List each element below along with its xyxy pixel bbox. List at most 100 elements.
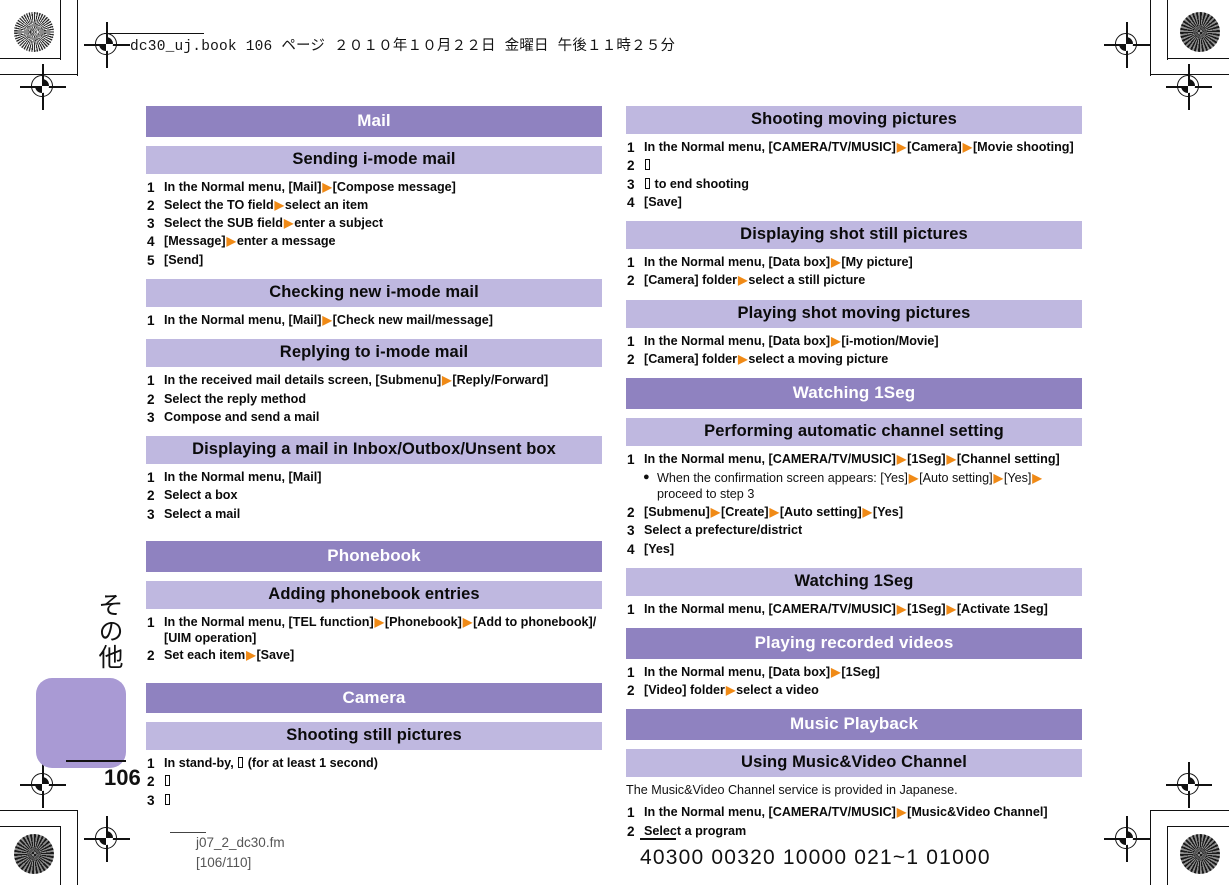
registration-starburst-bottom-right bbox=[1180, 834, 1220, 874]
section-header: Music Playback bbox=[626, 709, 1082, 740]
registration-starburst-top-left bbox=[14, 12, 54, 52]
step-arrow-icon: ▶ bbox=[896, 601, 907, 616]
trim-line-bottom-left-h bbox=[0, 826, 61, 828]
step-text: In the Normal menu, [CAMERA/TV/MUSIC]▶[C… bbox=[644, 139, 1074, 154]
step-text: Select a box bbox=[164, 488, 238, 503]
registration-crosshair-top-left-outer bbox=[84, 22, 130, 68]
step-text: In the received mail details screen, [Su… bbox=[164, 373, 549, 388]
step-number: 3 bbox=[147, 409, 155, 425]
step-number: 2 bbox=[147, 488, 155, 504]
step-item: 3 Select the SUB field▶enter a subject bbox=[146, 215, 602, 233]
step-arrow-icon: ▶ bbox=[322, 312, 332, 327]
step-item: 1 In the Normal menu, [Mail]▶[Compose mes… bbox=[146, 179, 602, 197]
step-item: 2 Select the reply method bbox=[146, 391, 602, 409]
trim-line-top-left-v2 bbox=[77, 0, 79, 76]
step-item: 3 Select a prefecture/district bbox=[626, 522, 1082, 540]
trim-line-top-left-v bbox=[60, 0, 62, 60]
step-text: In the Normal menu, [CAMERA/TV/MUSIC]▶[M… bbox=[644, 805, 1048, 820]
subsection-header: Replying to i-mode mail bbox=[146, 339, 602, 368]
step-text: Compose and send a mail bbox=[164, 409, 320, 424]
step-text: [Camera] folder▶select a moving picture bbox=[644, 351, 889, 366]
step-arrow-icon: ▶ bbox=[442, 373, 452, 388]
step-arrow-icon: ▶ bbox=[710, 505, 720, 520]
step-list: 1 In the Normal menu, [Data box]▶[i-motio… bbox=[626, 328, 1082, 369]
right-column: Shooting moving pictures 1 In the Normal m… bbox=[626, 106, 1082, 841]
footer-code-rule bbox=[640, 838, 676, 840]
step-arrow-icon: ▶ bbox=[738, 273, 748, 288]
step-text bbox=[164, 773, 602, 789]
step-item: 4 [Message]▶enter a message bbox=[146, 233, 602, 251]
step-number: 2 bbox=[147, 648, 155, 664]
trim-line-top-right-h2 bbox=[1150, 74, 1229, 76]
bullet-dot-icon: ● bbox=[643, 470, 650, 483]
trim-line-top-left-h2 bbox=[0, 74, 78, 76]
step-item: 1 In the Normal menu, [CAMERA/TV/MUSIC]▶[… bbox=[626, 451, 1082, 469]
step-list: 1 In the Normal menu, [Mail] 2 Select a box… bbox=[146, 464, 602, 523]
step-text: [Save] bbox=[644, 194, 682, 209]
step-item: 1 In the Normal menu, [CAMERA/TV/MUSIC]▶[… bbox=[626, 601, 1082, 619]
step-number: 3 bbox=[147, 792, 155, 808]
step-arrow-icon: ▶ bbox=[831, 333, 841, 348]
step-item: 2 Select a box bbox=[146, 487, 602, 505]
step-text: [Message]▶enter a message bbox=[164, 234, 336, 249]
step-arrow-icon: ▶ bbox=[831, 255, 841, 270]
step-item: 4 [Yes] bbox=[626, 541, 1082, 559]
trim-line-bottom-right-v bbox=[1167, 826, 1169, 885]
step-item: 1 In the Normal menu, [CAMERA/TV/MUSIC]▶[… bbox=[626, 804, 1082, 822]
step-number: 1 bbox=[147, 312, 155, 328]
step-number: 2 bbox=[627, 158, 635, 174]
registration-crosshair-bottom-right-outer bbox=[1166, 762, 1212, 808]
step-item: 5 [Send] bbox=[146, 252, 602, 270]
step-text: In the Normal menu, [Mail]▶[Compose mess… bbox=[164, 179, 456, 194]
step-number: 1 bbox=[627, 601, 635, 617]
step-number: 3 bbox=[147, 506, 155, 522]
print-page: dc30_uj.book 106 ページ ２０１０年１０月２２日 金曜日 午後１… bbox=[0, 0, 1229, 885]
step-arrow-icon: ▶ bbox=[946, 601, 956, 616]
step-item: 1 In the Normal menu, [Data box]▶[My pict… bbox=[626, 254, 1082, 272]
step-text: Select the TO field▶select an item bbox=[164, 197, 369, 212]
step-arrow-icon: ▶ bbox=[769, 505, 779, 520]
step-number: 1 bbox=[627, 139, 635, 155]
step-number: 3 bbox=[627, 176, 635, 192]
section-header: Camera bbox=[146, 682, 602, 714]
step-item: 2 [Camera] folder▶select a still picture bbox=[626, 272, 1082, 290]
step-list: 1 In the Normal menu, [CAMERA/TV/MUSIC]▶[… bbox=[626, 134, 1082, 212]
step-item: 1 In stand-by, (for at least 1 second) bbox=[146, 755, 602, 773]
trim-line-bottom-left-h2 bbox=[0, 810, 78, 812]
step-text: In the Normal menu, [Mail] bbox=[164, 470, 322, 485]
step-list: 1 In the received mail details screen, [S… bbox=[146, 367, 602, 426]
step-number: 5 bbox=[147, 252, 155, 268]
step-item: 3 Select a mail bbox=[146, 506, 602, 524]
step-list: 1 In the Normal menu, [Data box]▶[My pict… bbox=[626, 249, 1082, 290]
step-item: 3 bbox=[146, 792, 602, 810]
step-number: 3 bbox=[147, 216, 155, 232]
step-arrow-icon: ▶ bbox=[725, 683, 736, 698]
step-arrow-icon: ▶ bbox=[862, 505, 872, 520]
section-header: Watching 1Seg bbox=[626, 378, 1082, 409]
margin-tab-block bbox=[36, 678, 126, 768]
step-number: 1 bbox=[627, 451, 635, 467]
step-number: 2 bbox=[627, 273, 635, 289]
trim-line-top-left-h bbox=[0, 58, 60, 60]
step-arrow-icon: ▶ bbox=[274, 197, 284, 212]
footer-file-info: j07_2_dc30.fm [106/110] bbox=[196, 833, 285, 872]
footer-print-code: 40300 00320 10000 021~1 01000 bbox=[640, 846, 991, 869]
trim-line-bottom-right-h2 bbox=[1150, 810, 1229, 812]
step-number: 3 bbox=[627, 523, 635, 539]
missing-glyph-icon bbox=[238, 757, 244, 769]
step-list: 1 In the Normal menu, [Mail]▶[Check new m… bbox=[146, 307, 602, 330]
step-arrow-icon: ▶ bbox=[908, 470, 919, 485]
step-number: 1 bbox=[147, 614, 155, 630]
